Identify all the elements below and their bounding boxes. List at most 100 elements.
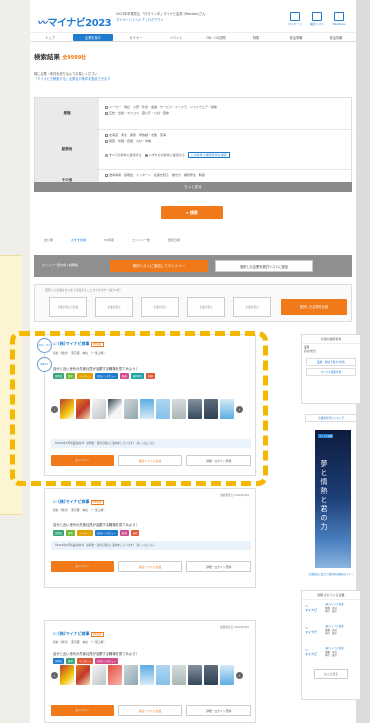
nav-info[interactable]: 就活情報	[316, 35, 356, 40]
photo	[140, 665, 154, 685]
feature-tags: 説明会 選考 インターン 社員インタビュー 動画 研修	[53, 530, 140, 536]
logo-text: マイナビ2023	[47, 18, 112, 29]
add-list-button[interactable]: 検討リストに追加	[117, 561, 183, 572]
search-notice: 既に企業・条件を絞り込んでお探しください 「マイナビで検索する」企業名や条件を指…	[34, 72, 110, 82]
rec-logo-text: マイナビ	[305, 607, 317, 612]
checkbox-icon	[105, 105, 108, 109]
filter-option-text: メーカー 商社 小売・外食 金融 サービス・インフラ ソフトウエア・通信	[109, 105, 217, 109]
compare-slot[interactable]: 企業を選ぶ	[187, 297, 225, 317]
nav-obog[interactable]: OB・OG訪問	[196, 35, 236, 40]
header-members[interactable]: Members	[330, 12, 348, 26]
rec-text: (株)マイナビ商事 業種 商社 本社 東京	[325, 603, 344, 614]
banner-caption[interactable]: 企業研究に役立つ業界研究動画セミナー	[302, 572, 360, 576]
sort-recommended[interactable]: おすすめ順	[71, 238, 86, 242]
update-date: 最終更新日 2022/04/01	[220, 494, 249, 497]
sort-options: 並び順 おすすめ順 50音順 エントリー数 更新日順	[44, 238, 344, 242]
card-buttons: エントリー 検討リストに追加 詳細・ログイン登録	[51, 705, 252, 716]
site-header: 〰マイナビ2023 2023年卒業見込 「ログイン中」マイナビ会員 (Membe…	[30, 0, 356, 42]
filter-options[interactable]: メーカー 商社 小売・外食 金融 サービス・インフラ ソフトウエア・通信 広告・出…	[105, 104, 217, 116]
add-list-button[interactable]: 検討リストに追加	[117, 705, 183, 716]
radio-label: いずれかの条件に該当する	[148, 153, 185, 157]
filter-options[interactable]: 選考情報 説明会 インターン 社員を知る 働き方 福利厚生 制度	[105, 172, 205, 178]
more-button[interactable]: もっと見る	[314, 669, 348, 679]
checkbox-icon	[105, 173, 108, 177]
company-logo-icon: 〰マイナビ	[305, 604, 317, 612]
rec-company[interactable]: 〰マイナビ (株)マイナビ商事 業種 商社 本社 東京	[305, 602, 357, 622]
sort-entries[interactable]: エントリー数	[132, 238, 150, 242]
banner-label: マイナビ就職	[318, 434, 334, 438]
bookmark-icon	[312, 12, 322, 21]
ad-banner[interactable]: マイナビ就職 夢と情熱と君の力	[315, 430, 351, 568]
sort-alpha[interactable]: 50音順	[104, 238, 114, 242]
header-info: 2023年卒業見込 「ログイン中」マイナビ会員 (Member)さん マイページ…	[116, 11, 236, 23]
logo-mark-icon: 〰	[37, 18, 47, 29]
photo	[76, 665, 90, 685]
rec-line: 本社 東京	[325, 632, 337, 635]
info-row[interactable]: 【2023年3月卒業者向け】 説明会・選考日程のご案内をしています！ 詳しくはこ…	[51, 541, 251, 550]
tag: 説明会	[53, 530, 65, 536]
feature-tags: 説明会 選考 インターン 社員インタビュー	[53, 658, 118, 664]
compare-button[interactable]: 選択した企業を比較	[281, 299, 347, 315]
nav-company-search[interactable]: 企業を探す	[73, 34, 113, 41]
add-to-list-button[interactable]: 選択した企業を検討リストに追加	[215, 260, 313, 272]
update-date: 最終更新日 2022/04/01	[220, 626, 249, 629]
detail-button[interactable]: 詳細・ログイン登録	[186, 705, 252, 716]
rec-text: (株)マイナビ商事 業種 商社 本社 東京	[325, 625, 344, 636]
bar-tabs[interactable]: エントリー受付中 | 説明会	[42, 263, 78, 267]
company-name-text: (株)マイナビ商事	[57, 631, 90, 636]
checkbox-icon	[105, 139, 108, 143]
page-title: 検索結果 全9999社	[34, 51, 86, 61]
nav-seminar[interactable]: セミナー	[116, 35, 156, 40]
header-links[interactable]: マイページ | ヘルプ | ログアウト	[116, 17, 236, 23]
ranking-link[interactable]: 全検索条件ランキング	[305, 414, 357, 422]
site-logo[interactable]: 〰マイナビ2023	[37, 14, 112, 29]
company-meta: 商社（総合） 東京都 本社 （一部上場）	[53, 640, 107, 644]
sort-label: 並び順	[44, 238, 54, 242]
filter-row-location: 勤務地 北海道 東北 関東 甲信越・北陸 東海 関西 中国・四国 九州・沖縄 すべ…	[35, 130, 353, 170]
rec-text: (株)マイナビ商事 業種 商社 本社 東京	[325, 647, 344, 658]
filter-option-text: 関西 中国・四国 九州・沖縄	[109, 139, 152, 143]
tag: インターン	[76, 658, 93, 664]
filter-radio-group[interactable]: すべての条件に該当する いずれかの条件に該当する この条件で検索条件を保存	[105, 152, 230, 158]
detail-button[interactable]: 詳細・ログイン登録	[186, 561, 252, 572]
company-name[interactable]: ☑ (株)マイナビ商事 PR情報	[53, 499, 104, 505]
photo	[156, 665, 170, 685]
add-and-entry-button[interactable]: 検討リストに追加してエントリー	[110, 260, 208, 272]
compare-slot[interactable]: 企業を選ぶ	[141, 297, 179, 317]
header-mypage[interactable]: マイページ	[286, 12, 304, 26]
photo	[172, 665, 186, 685]
checkbox-icon	[105, 111, 108, 115]
company-name[interactable]: ☑ (株)マイナビ商事 PR情報	[53, 631, 104, 637]
rec-company[interactable]: 〰マイナビ (株)マイナビ商事 業種 商社 本社 東京	[305, 646, 357, 666]
nav-prep[interactable]: 就活準備	[276, 35, 316, 40]
search-button[interactable]: ⌕ 検索	[161, 206, 223, 219]
condition-link[interactable]: 業種・地域で探す(中部)	[306, 358, 356, 366]
carousel-prev-icon[interactable]: ‹	[51, 671, 58, 679]
tag: 説明会	[53, 658, 65, 664]
nav-feature[interactable]: 特集	[236, 35, 276, 40]
header-list[interactable]: 検討リスト	[308, 12, 326, 26]
rec-logo-text: マイナビ	[305, 651, 317, 656]
building-icon	[334, 12, 344, 21]
banner-text: 夢と情熱と君の力	[320, 460, 328, 532]
company-card: ☑ (株)マイナビ商事 PR情報 最終更新日 2022/04/01 商社（総合）…	[44, 620, 256, 723]
nav-event[interactable]: イベント	[156, 35, 196, 40]
nav-top[interactable]: トップ	[30, 35, 70, 40]
tag: インターン	[76, 530, 93, 536]
rec-company[interactable]: 〰マイナビ (株)マイナビ商事 業種 商社 本社 東京	[305, 624, 357, 644]
compare-panel: 選択した企業をまとめて比較することができます（最大5社） 企業を選んで比較 企業…	[34, 284, 352, 322]
compare-slot[interactable]: 企業を選ぶ	[233, 297, 271, 317]
tag: 社員インタビュー	[94, 658, 118, 664]
notice-link[interactable]: 「マイナビで検索する」企業名や条件を指定できます	[34, 77, 110, 82]
filter-options[interactable]: 北海道 東北 関東 甲信越・北陸 東海 関西 中国・四国 九州・沖縄	[105, 132, 166, 144]
save-condition-button[interactable]: この条件で検索条件を保存	[187, 152, 230, 158]
carousel-next-icon[interactable]: ›	[236, 671, 243, 679]
compare-slot[interactable]: 企業を選ぶ	[95, 297, 133, 317]
filter-option-text: 選考情報 説明会 インターン 社員を知る 働き方 福利厚生 制度	[109, 173, 205, 177]
entry-button[interactable]: エントリー	[51, 705, 114, 716]
compare-slot[interactable]: 企業を選んで比較	[49, 297, 87, 317]
condition-link[interactable]: マイナビ検索条件	[306, 368, 356, 376]
sort-updated[interactable]: 更新日順	[168, 238, 180, 242]
more-options-toggle[interactable]: もっと見る	[34, 182, 352, 192]
entry-button[interactable]: エントリー	[51, 561, 114, 572]
